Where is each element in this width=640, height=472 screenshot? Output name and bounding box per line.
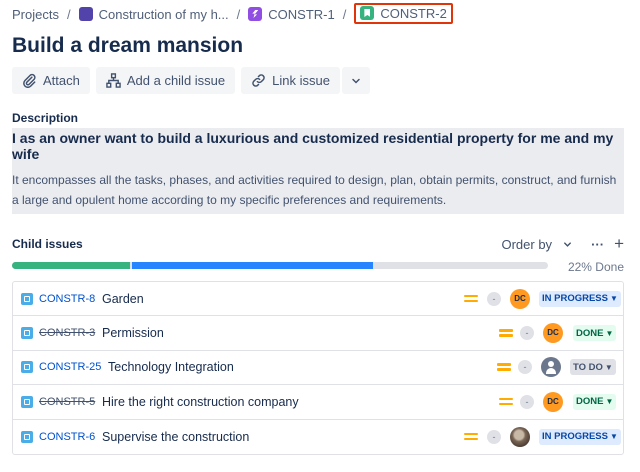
attach-button[interactable]: Attach — [12, 67, 90, 94]
status-label: DONE — [576, 327, 604, 339]
child-issues-title: Child issues — [12, 237, 83, 251]
status-label: IN PROGRESS — [542, 293, 608, 305]
issue-summary[interactable]: Permission — [102, 326, 164, 340]
estimate-badge: - — [518, 360, 532, 375]
status-dropdown[interactable]: DONE ▼ — [573, 325, 617, 342]
story-icon — [360, 6, 375, 20]
estimate-badge: - — [487, 429, 501, 444]
paperclip-icon — [23, 73, 36, 88]
status-label: DONE — [576, 396, 604, 408]
breadcrumb-epic[interactable]: CONSTR-1 — [248, 7, 335, 22]
issue-summary[interactable]: Supervise the construction — [102, 430, 249, 444]
issue-summary[interactable]: Hire the right construction company — [102, 395, 299, 409]
avatar[interactable]: DC — [543, 391, 563, 412]
issue-key-link[interactable]: CONSTR-8 — [39, 293, 95, 305]
add-child-issue-button[interactable]: Add a child issue — [95, 67, 236, 94]
order-by-button[interactable]: Order by — [501, 237, 573, 252]
breadcrumb-project[interactable]: Construction of my h... — [78, 7, 229, 22]
avatar[interactable]: DC — [510, 288, 530, 309]
estimate-badge: - — [520, 394, 534, 409]
breadcrumb-epic-label[interactable]: CONSTR-1 — [268, 7, 334, 22]
subtask-icon — [21, 430, 33, 443]
description-field[interactable]: I as an owner want to build a luxurious … — [12, 128, 624, 214]
status-dropdown[interactable]: DONE ▼ — [573, 393, 617, 410]
chevron-down-icon: ▼ — [610, 432, 618, 442]
breadcrumb-project-label[interactable]: Construction of my h... — [99, 7, 229, 22]
status-dropdown[interactable]: IN PROGRESS ▼ — [539, 290, 621, 307]
chevron-down-icon — [564, 241, 571, 247]
priority-medium-icon[interactable] — [464, 432, 478, 442]
issue-key-link[interactable]: CONSTR-5 — [39, 396, 95, 408]
breadcrumb: Projects / Construction of my h... / CON… — [12, 2, 453, 24]
child-issues-list: CONSTR-8 Garden - DC IN PROGRESS ▼ CONSTR… — [12, 281, 624, 455]
more-actions-button[interactable] — [341, 67, 370, 94]
description-body: It encompasses all the tasks, phases, an… — [12, 173, 617, 207]
priority-medium-icon[interactable] — [497, 362, 511, 372]
hierarchy-icon — [106, 73, 121, 88]
order-by-label: Order by — [501, 236, 553, 252]
chevron-down-icon: ▼ — [604, 362, 613, 372]
status-label: TO DO — [573, 361, 603, 373]
child-issues-progress-bar — [12, 262, 548, 269]
chevron-down-icon — [352, 78, 360, 84]
progress-done-text: 22% Done — [567, 260, 624, 274]
description-headline: I as an owner want to build a luxurious … — [12, 130, 614, 162]
list-item[interactable]: CONSTR-6 Supervise the construction - IN… — [13, 420, 623, 454]
breadcrumb-separator: / — [66, 6, 71, 22]
more-options-button[interactable]: ··· — [591, 237, 604, 252]
add-child-label: Add a child issue — [126, 73, 226, 88]
add-child-issue-icon[interactable]: + — [614, 234, 624, 254]
project-icon — [78, 7, 93, 21]
issue-key-link[interactable]: CONSTR-25 — [39, 361, 101, 373]
status-label: IN PROGRESS — [542, 431, 608, 443]
link-issue-group: Link issue — [241, 67, 370, 94]
breadcrumb-current-label[interactable]: CONSTR-2 — [380, 6, 446, 21]
link-issue-label: Link issue — [272, 73, 330, 88]
breadcrumb-separator: / — [342, 6, 347, 22]
child-issues-tools: Order by ··· + — [501, 234, 624, 254]
list-item[interactable]: CONSTR-5 Hire the right construction com… — [13, 385, 623, 420]
issue-key-link[interactable]: CONSTR-6 — [39, 431, 95, 443]
chevron-down-icon: ▼ — [610, 294, 618, 304]
issue-title[interactable]: Build a dream mansion — [12, 34, 243, 58]
priority-medium-icon[interactable] — [499, 328, 513, 338]
avatar[interactable]: DC — [543, 323, 563, 344]
estimate-badge: - — [520, 326, 534, 341]
issue-key-link[interactable]: CONSTR-3 — [39, 327, 95, 339]
avatar[interactable] — [510, 426, 530, 447]
list-item[interactable]: CONSTR-8 Garden - DC IN PROGRESS ▼ — [13, 282, 623, 317]
estimate-badge: - — [487, 291, 501, 306]
issue-summary[interactable]: Garden — [102, 292, 144, 306]
list-item[interactable]: CONSTR-25 Technology Integration - TO DO… — [13, 351, 623, 386]
priority-medium-icon[interactable] — [499, 397, 513, 407]
unassigned-avatar-icon[interactable] — [541, 357, 561, 378]
breadcrumb-current-issue[interactable]: CONSTR-2 — [354, 2, 453, 24]
issue-summary[interactable]: Technology Integration — [108, 360, 234, 374]
chevron-down-icon: ▼ — [605, 397, 614, 407]
breadcrumb-projects-label[interactable]: Projects — [12, 7, 59, 22]
breadcrumb-projects[interactable]: Projects — [12, 7, 59, 22]
progress-in-progress-segment — [131, 262, 374, 269]
issue-actions: Attach Add a child issue Link issue — [12, 67, 370, 94]
progress-done-segment — [12, 262, 130, 269]
list-item[interactable]: CONSTR-3 Permission - DC DONE ▼ — [13, 316, 623, 351]
status-dropdown[interactable]: TO DO ▼ — [570, 359, 616, 376]
epic-icon — [248, 7, 263, 21]
subtask-icon — [21, 395, 33, 408]
priority-medium-icon[interactable] — [464, 294, 478, 304]
link-issue-button[interactable]: Link issue — [241, 67, 340, 94]
link-icon — [252, 74, 265, 87]
subtask-icon — [21, 292, 33, 305]
chevron-down-icon: ▼ — [605, 328, 614, 338]
attach-label: Attach — [43, 73, 80, 88]
breadcrumb-separator: / — [236, 6, 241, 22]
status-dropdown[interactable]: IN PROGRESS ▼ — [539, 428, 621, 445]
subtask-icon — [21, 361, 33, 374]
subtask-icon — [21, 327, 33, 340]
description-label: Description — [12, 111, 79, 125]
